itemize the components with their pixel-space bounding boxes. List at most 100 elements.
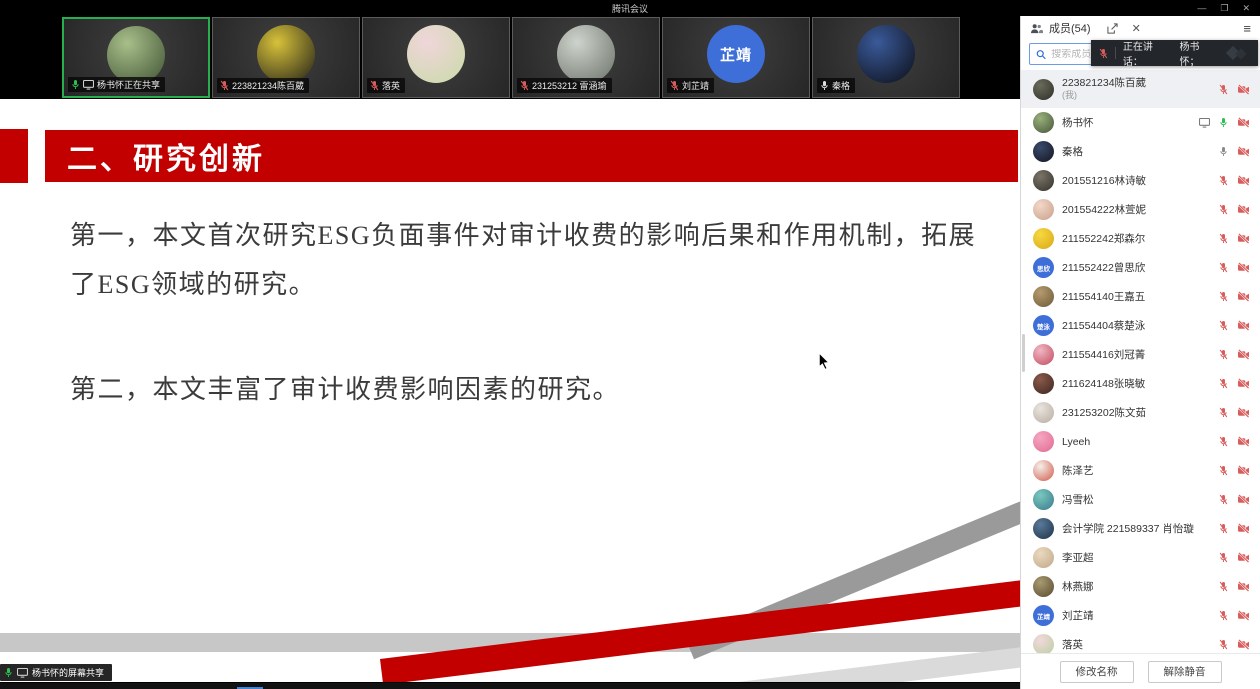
screen-share-icon (83, 80, 94, 90)
minimize-button[interactable]: — (1197, 1, 1206, 15)
mic-status-icon (1219, 436, 1228, 447)
tile-name-label: 杨书怀正在共享 (97, 78, 160, 91)
mic-status-icon (1219, 320, 1228, 331)
camera-off-icon (1237, 610, 1250, 621)
video-tile[interactable]: 杨书怀正在共享 (62, 17, 210, 98)
member-name: 211554404蔡楚泳 (1062, 320, 1145, 332)
mic-status-icon (670, 80, 679, 91)
avatar (407, 25, 465, 83)
unmute-button[interactable]: 解除静音 (1148, 661, 1222, 683)
slide-paragraph-1: 第一，本文首次研究ESG负面事件对审计收费的影响后果和作用机制，拓展了ESG领域… (70, 211, 978, 309)
member-name: 211554416刘冠菁 (1062, 349, 1145, 361)
members-scrollbar[interactable] (1022, 334, 1025, 372)
mic-status-icon (370, 80, 379, 91)
avatar (1033, 141, 1054, 162)
slide-title-banner: 二、研究创新 (45, 130, 1018, 182)
tile-name-label: 刘芷靖 (682, 79, 709, 92)
camera-off-icon (1237, 233, 1250, 244)
member-row[interactable]: 落英 (1021, 630, 1260, 653)
avatar (107, 26, 165, 84)
avatar: 芷靖 (707, 25, 765, 83)
member-row[interactable]: 芷靖 刘芷靖 (1021, 601, 1260, 630)
member-row[interactable]: 211624148张晓敏 (1021, 369, 1260, 398)
avatar (1033, 547, 1054, 568)
camera-off-icon (1237, 320, 1250, 331)
mic-status-icon (1219, 84, 1228, 95)
avatar (1033, 199, 1054, 220)
member-row[interactable]: 秦格 (1021, 137, 1260, 166)
member-row[interactable]: 211552242郑森尔 (1021, 224, 1260, 253)
camera-off-icon (1237, 175, 1250, 186)
speaking-toast: 正在讲话： 杨书怀； (1091, 40, 1258, 66)
member-row[interactable]: 林燕娜 (1021, 572, 1260, 601)
member-row[interactable]: 思欣 211552422曾思欣 (1021, 253, 1260, 282)
member-name: Lyeeh (1062, 436, 1090, 448)
members-panel: 成员(54) ✕ ≡ (1020, 16, 1260, 689)
member-row[interactable]: 211554416刘冠菁 (1021, 340, 1260, 369)
popout-panel-icon[interactable] (1107, 23, 1118, 34)
avatar (1033, 344, 1054, 365)
restore-button[interactable]: ❐ (1220, 1, 1228, 15)
camera-off-icon (1237, 552, 1250, 563)
member-row[interactable]: 会计学院 221589337 肖怡璇 (1021, 514, 1260, 543)
member-name: 223821234陈百葳 (1062, 77, 1146, 89)
member-row[interactable]: 201551216林诗敏 (1021, 166, 1260, 195)
avatar (1033, 112, 1054, 133)
screen-share-icon (1199, 118, 1210, 128)
member-row[interactable]: 李亚超 (1021, 543, 1260, 572)
mic-status-icon (1219, 610, 1228, 621)
member-list: 223821234陈百葳 (我) 杨书怀 (1021, 70, 1260, 653)
screen-share-badge: 杨书怀的屏幕共享 (0, 664, 112, 681)
member-row[interactable]: Lyeeh (1021, 427, 1260, 456)
mic-status-icon (1219, 146, 1228, 157)
member-name: 201554222林萱妮 (1062, 204, 1146, 216)
member-name: 李亚超 (1062, 552, 1094, 564)
mouse-cursor-icon (818, 352, 831, 371)
shared-screen-slide: 二、研究创新 第一，本文首次研究ESG负面事件对审计收费的影响后果和作用机制，拓… (0, 99, 1020, 682)
member-row[interactable]: 冯雪松 (1021, 485, 1260, 514)
member-row[interactable]: 201554222林萱妮 (1021, 195, 1260, 224)
tile-name-badge: 秦格 (817, 78, 855, 93)
members-panel-footer: 修改名称 解除静音 (1021, 653, 1260, 689)
member-row[interactable]: 211554140王嘉五 (1021, 282, 1260, 311)
people-icon (1030, 23, 1043, 34)
mic-status-icon (1219, 639, 1228, 650)
tile-name-label: 231253212 雷涵瑜 (532, 79, 607, 92)
rename-button[interactable]: 修改名称 (1060, 661, 1134, 683)
close-panel-icon[interactable]: ✕ (1132, 22, 1141, 35)
avatar (1033, 170, 1054, 191)
mic-status-icon (1219, 523, 1228, 534)
camera-off-icon (1237, 378, 1250, 389)
video-tile[interactable]: 秦格 (812, 17, 960, 98)
member-row[interactable]: 陈泽艺 (1021, 456, 1260, 485)
avatar (1033, 460, 1054, 481)
video-tile[interactable]: 231253212 雷涵瑜 (512, 17, 660, 98)
member-row[interactable]: 楚泳 211554404蔡楚泳 (1021, 311, 1260, 340)
panel-menu-icon[interactable]: ≡ (1243, 21, 1251, 36)
member-row[interactable]: 223821234陈百葳 (我) (1021, 70, 1260, 108)
member-name: 201551216林诗敏 (1062, 175, 1146, 187)
avatar (1033, 518, 1054, 539)
video-tile[interactable]: 223821234陈百葳 (212, 17, 360, 98)
video-tile[interactable]: 芷靖 刘芷靖 (662, 17, 810, 98)
video-filmstrip: 杨书怀正在共享 223821234陈百葳 落英 (0, 16, 1020, 99)
member-row[interactable]: 杨书怀 (1021, 108, 1260, 137)
window-title: 腾讯会议 (0, 2, 1260, 15)
member-row[interactable]: 231253202陈文茹 (1021, 398, 1260, 427)
members-panel-title: 成员(54) (1049, 20, 1091, 36)
taskbar-sliver (0, 682, 1020, 689)
member-name: 211552242郑森尔 (1062, 233, 1145, 245)
member-name: 杨书怀 (1062, 117, 1094, 129)
tile-name-badge: 223821234陈百葳 (217, 78, 309, 93)
members-panel-header: 成员(54) ✕ ≡ (1021, 16, 1260, 40)
camera-off-icon (1237, 146, 1250, 157)
close-button[interactable]: ✕ (1242, 1, 1250, 15)
tencent-meeting-window: 腾讯会议 — ❐ ✕ 杨书怀正在共享 (0, 0, 1260, 689)
avatar (1033, 402, 1054, 423)
camera-off-icon (1237, 407, 1250, 418)
video-tile[interactable]: 落英 (362, 17, 510, 98)
camera-off-icon (1237, 349, 1250, 360)
slide-paragraph-2: 第二，本文丰富了审计收费影响因素的研究。 (70, 365, 978, 414)
mic-status-icon (1219, 581, 1228, 592)
member-name: 刘芷靖 (1062, 610, 1094, 622)
